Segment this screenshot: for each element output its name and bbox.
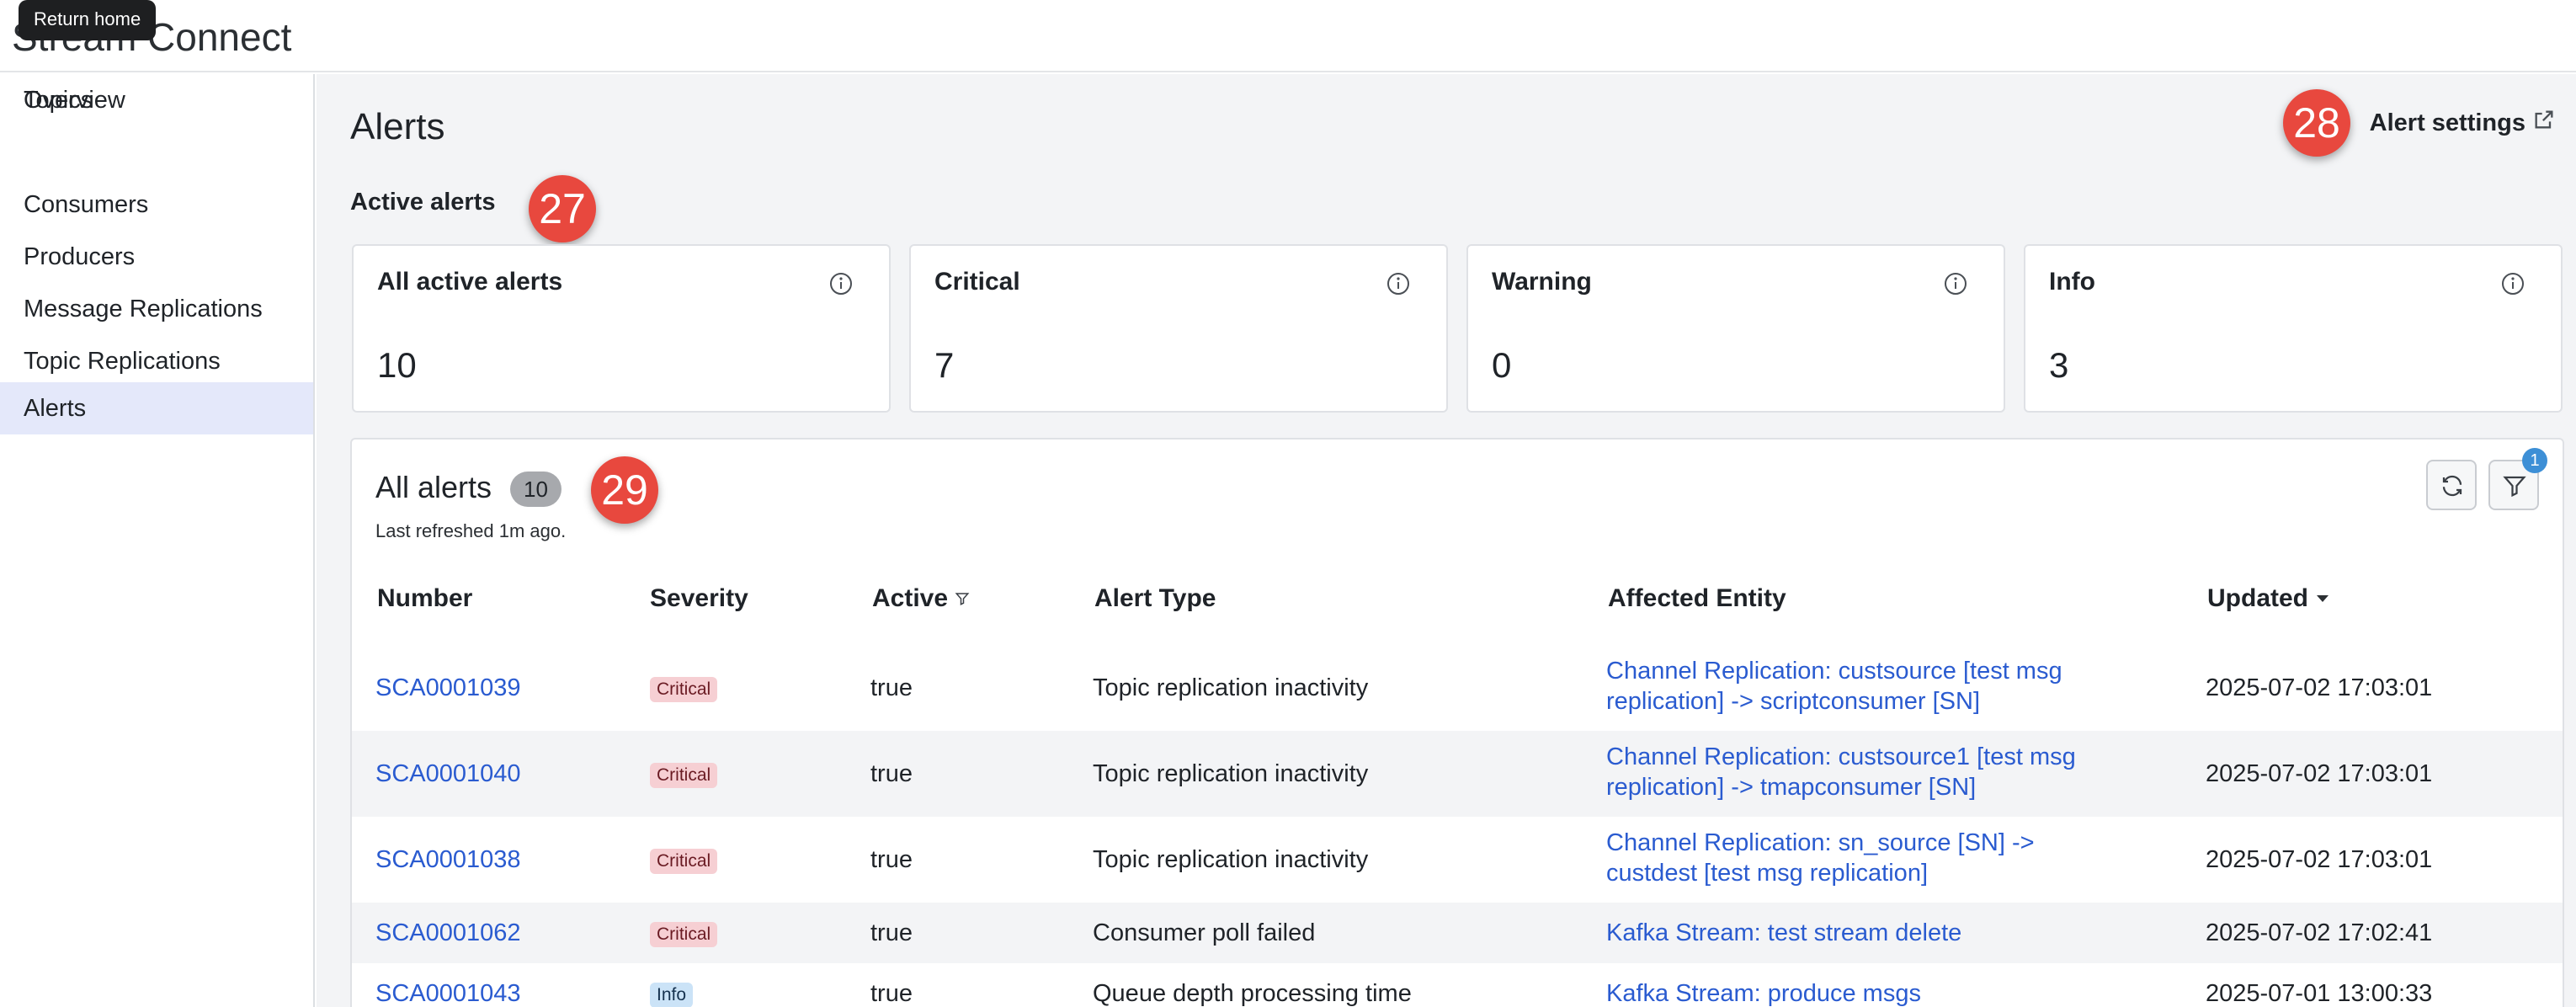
updated-time: 2025-07-02 17:03:01 [2206,674,2433,701]
updated-time: 2025-07-02 17:03:01 [2206,846,2433,873]
card-value: 0 [1492,345,1512,385]
summary-card-info[interactable]: Info 3 [2024,244,2563,413]
column-header-active[interactable]: Active [872,584,970,613]
summary-card-warning[interactable]: Warning 0 [1466,244,2005,413]
sidebar-item-topics[interactable]: Topics [0,74,313,126]
alert-number-link[interactable]: SCA0001043 [375,978,521,1007]
refresh-button[interactable] [2426,460,2477,510]
alert-settings-label: Alert settings [2369,109,2525,136]
alert-settings-link[interactable]: Alert settings [2370,108,2556,138]
sidebar-item-topic-replications[interactable]: Topic Replications [0,335,313,387]
info-circle-icon[interactable] [1943,271,1968,296]
affected-entity-link[interactable]: Channel Replication: custsource [test ms… [1606,656,2062,717]
main-content: Alerts Alert settings 28 Active alerts 2… [317,74,2576,1007]
alert-number-link[interactable]: SCA0001040 [375,759,521,789]
table-row[interactable]: SCA0001040 Critical true Topic replicati… [352,731,2563,817]
column-header-label: Alert Type [1094,584,1216,612]
alert-type: Queue depth processing time [1093,980,1412,1007]
severity-badge: Critical [650,849,718,874]
alert-number-link[interactable]: SCA0001039 [375,673,521,703]
card-value: 10 [377,345,417,385]
affected-entity-line: replication] -> tmapconsumer [SN] [1606,774,1977,801]
summary-card-critical[interactable]: Critical 7 [909,244,1448,413]
card-label: Warning [1492,268,1592,296]
info-circle-icon[interactable] [2500,271,2525,296]
severity-badge: Critical [650,677,718,702]
column-header-severity[interactable]: Severity [650,584,748,613]
filter-icon [2503,476,2526,498]
affected-entity-line: custdest [test msg replication] [1606,860,1928,887]
sidebar-item-alerts[interactable]: Alerts [0,382,313,434]
column-header-label: Affected Entity [1608,584,1786,612]
refresh-icon [2442,475,2462,497]
column-header-affected-entity[interactable]: Affected Entity [1608,584,1786,613]
sidebar-item-consumers[interactable]: Consumers [0,178,313,231]
affected-entity-line: Channel Replication: sn_source [SN] -> [1606,829,2035,856]
return-home-tooltip: Return home [19,0,157,40]
all-alerts-panel: All alerts 10 29 Last refreshed 1m ago. … [350,438,2564,1007]
affected-entity-line: replication] -> scriptconsumer [SN] [1606,688,1981,715]
sidebar: Overview Topics Consumers Producers Mess… [0,74,315,1007]
step-marker-29: 29 [591,456,658,524]
table-row[interactable]: SCA0001062 Critical true Consumer poll f… [352,903,2563,963]
table-row[interactable]: SCA0001038 Critical true Topic replicati… [352,817,2563,903]
table-row[interactable]: SCA0001043 Info true Queue depth process… [352,963,2563,1007]
filter-icon [955,593,970,605]
sidebar-item-producers[interactable]: Producers [0,231,313,283]
column-header-label: Active [872,584,949,612]
alert-number-link[interactable]: SCA0001062 [375,918,521,948]
updated-time: 2025-07-01 13:00:33 [2206,980,2433,1007]
card-label: Info [2049,268,2095,296]
table-row[interactable]: SCA0001039 Critical true Topic replicati… [352,645,2563,731]
alert-type: Topic replication inactivity [1093,760,1369,787]
external-link-icon [2532,108,2556,138]
page-title: Alerts [350,106,445,147]
sidebar-item-message-replications[interactable]: Message Replications [0,283,313,335]
active-alerts-heading: Active alerts [350,189,496,216]
top-bar: Stream Connect Return home [0,0,2576,72]
column-header-label: Updated [2207,584,2308,612]
last-refreshed-text: Last refreshed 1m ago. [375,520,567,541]
active-value: true [870,760,913,787]
step-marker-27: 27 [529,175,596,242]
affected-entity-link[interactable]: Channel Replication: sn_source [SN] -> c… [1606,828,2035,888]
step-marker-28: 28 [2283,89,2350,157]
alerts-count-badge: 10 [510,472,562,507]
sort-down-icon [2317,595,2329,602]
severity-badge: Critical [650,763,718,788]
updated-time: 2025-07-02 17:03:01 [2206,760,2433,787]
info-circle-icon[interactable] [828,271,854,296]
alert-number-link[interactable]: SCA0001038 [375,844,521,875]
severity-badge: Critical [650,922,718,947]
card-value: 7 [934,345,955,385]
affected-entity-line: Channel Replication: custsource1 [test m… [1606,743,2076,770]
alert-type: Topic replication inactivity [1093,846,1369,873]
column-header-updated[interactable]: Updated [2207,584,2330,613]
card-label: Critical [934,268,1020,296]
active-value: true [870,919,913,946]
column-header-alert-type[interactable]: Alert Type [1094,584,1216,613]
card-value: 3 [2049,345,2069,385]
active-value: true [870,846,913,873]
column-header-number[interactable]: Number [377,584,472,613]
updated-time: 2025-07-02 17:02:41 [2206,919,2433,946]
summary-card-all[interactable]: All active alerts 10 [352,244,891,413]
affected-entity-link[interactable]: Channel Replication: custsource1 [test m… [1606,742,2076,802]
alert-type: Topic replication inactivity [1093,674,1369,701]
affected-entity-link[interactable]: Kafka Stream: produce msgs [1606,978,1921,1007]
column-header-label: Number [377,584,473,612]
affected-entity-line: Channel Replication: custsource [test ms… [1606,658,2062,685]
alert-type: Consumer poll failed [1093,919,1316,946]
affected-entity-link[interactable]: Kafka Stream: test stream delete [1606,918,1961,948]
filter-count-badge: 1 [2522,448,2547,473]
all-alerts-title: All alerts [375,470,492,504]
active-value: true [870,980,913,1007]
card-label: All active alerts [377,268,563,296]
column-header-label: Severity [650,584,748,612]
active-value: true [870,674,913,701]
severity-badge: Info [650,983,694,1007]
info-circle-icon[interactable] [1386,271,1411,296]
filter-button[interactable]: 1 [2488,448,2547,510]
